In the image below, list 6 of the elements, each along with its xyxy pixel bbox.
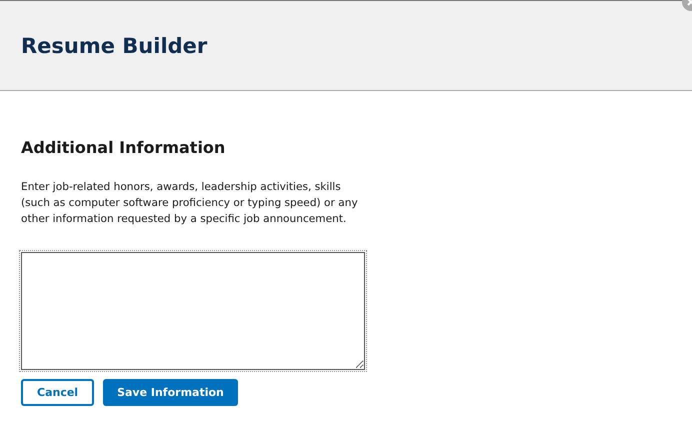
section-heading: Additional Information xyxy=(21,138,226,157)
save-button[interactable]: Save Information xyxy=(103,379,238,406)
information-field[interactable] xyxy=(19,250,367,372)
section-description: Enter job-related honors, awards, leadership activities, skills (such as computer software proficiency or typing speed) or any other information requested by a specific job announcement. xyxy=(21,180,359,227)
cancel-button[interactable]: Cancel xyxy=(21,379,94,406)
page-title: Resume Builder xyxy=(21,34,208,58)
